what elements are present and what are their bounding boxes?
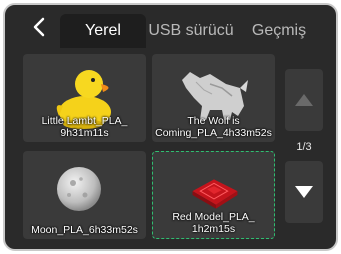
page-indicator: 1/3 bbox=[296, 141, 312, 153]
triangle-down-icon bbox=[295, 186, 313, 198]
file-label: The Wolf is Coming_PLA_4h33m52s bbox=[155, 115, 272, 139]
file-browser-screen: Yerel USB sürücü Geçmiş Little Lambt_PLA… bbox=[3, 3, 338, 251]
tab-history[interactable]: Geçmiş bbox=[245, 14, 313, 48]
pagination: 1/3 bbox=[285, 69, 325, 229]
triangle-up-icon bbox=[295, 94, 313, 106]
file-card-red-model[interactable]: Red Model_PLA_ 1h2m15s bbox=[152, 151, 275, 239]
chevron-left-icon bbox=[33, 17, 45, 37]
page-up-button[interactable] bbox=[285, 69, 323, 131]
file-card-wolf[interactable]: The Wolf is Coming_PLA_4h33m52s bbox=[152, 54, 275, 142]
file-label: Moon_PLA_6h33m52s bbox=[31, 223, 138, 236]
top-bar: Yerel USB sürücü Geçmiş bbox=[5, 5, 336, 49]
tab-local[interactable]: Yerel bbox=[60, 14, 146, 48]
file-label: Little Lambt_PLA_ 9h31m11s bbox=[41, 115, 128, 139]
file-card-little-lambt[interactable]: Little Lambt_PLA_ 9h31m11s bbox=[23, 54, 146, 142]
back-button[interactable] bbox=[27, 15, 51, 39]
file-grid: Little Lambt_PLA_ 9h31m11s The Wolf is C… bbox=[23, 54, 275, 239]
file-label: Red Model_PLA_ 1h2m15s bbox=[172, 211, 255, 235]
file-card-moon[interactable]: Moon_PLA_6h33m52s bbox=[23, 151, 146, 239]
tab-usb-drive[interactable]: USB sürücü bbox=[143, 14, 239, 48]
page-down-button[interactable] bbox=[285, 161, 323, 223]
